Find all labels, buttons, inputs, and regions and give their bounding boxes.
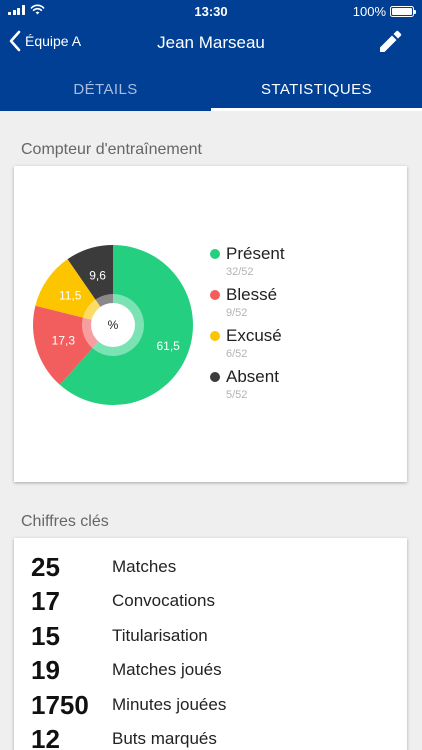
key-figure-value: 19 [31, 655, 60, 686]
training-chart-card: % 61,5 17,3 11,5 9,6 Présent 32/52 Blessé 9/52 E… [14, 166, 407, 482]
legend-dot [210, 290, 220, 300]
key-figure-row: 25 Matches [14, 552, 407, 586]
key-figure-value: 15 [31, 620, 60, 651]
key-figures-card: 25 Matches 17 Convocations 15 Titularisation 1… [14, 538, 407, 750]
legend-count: 32/52 [226, 266, 254, 278]
key-figure-value: 17 [31, 586, 60, 617]
key-figure-label: Minutes jouées [112, 694, 227, 714]
key-figure-value: 1750 [31, 689, 89, 720]
tab-bar: DÉTAILS STATISTIQUES [0, 71, 422, 111]
donut-center-label: % [108, 318, 119, 332]
key-figures-section-title: Chiffres clés [21, 513, 109, 530]
legend-label: Absent [226, 367, 279, 386]
pie-value-label-2: 11,5 [59, 288, 82, 302]
key-figure-label: Convocations [112, 591, 216, 611]
pie-value-label-1: 17,3 [52, 333, 76, 347]
key-figure-row: 1750 Minutes jouées [14, 690, 407, 724]
key-figure-row: 19 Matches joués [14, 655, 407, 689]
key-figure-row: 12 Buts marqués [14, 724, 407, 750]
attendance-donut-chart: % 61,5 17,3 11,5 9,6 [32, 245, 193, 405]
legend-count: 9/52 [226, 307, 248, 319]
legend-dot [210, 372, 220, 382]
legend-count: 5/52 [226, 389, 248, 401]
key-figure-label: Matches [112, 557, 177, 576]
pie-value-label-3: 9,6 [89, 268, 106, 282]
status-bar: 13:30 100% [0, 0, 422, 22]
tab-statistics[interactable]: STATISTIQUES [211, 71, 422, 111]
key-figure-value: 12 [31, 724, 60, 750]
app-header: 13:30 100% Équipe A Jean Marseau DÉTAILS… [0, 0, 422, 111]
legend-label: Blessé [226, 285, 278, 304]
key-figure-row: 15 Titularisation [14, 621, 407, 655]
key-figure-row: 17 Convocations [14, 586, 407, 620]
edit-button[interactable] [376, 28, 404, 56]
legend-dot [210, 249, 220, 259]
legend-label: Présent [226, 244, 285, 263]
legend-dot [210, 331, 220, 341]
pencil-icon [380, 30, 402, 52]
training-section-title: Compteur d'entraînement [21, 141, 202, 158]
pie-value-label-0: 61,5 [156, 339, 180, 353]
battery-percent: 100% [352, 4, 386, 19]
legend-label: Excusé [226, 326, 282, 345]
battery-icon [390, 6, 416, 17]
key-figure-label: Matches joués [112, 660, 222, 680]
key-figure-label: Titularisation [112, 625, 208, 645]
page-title: Jean Marseau [157, 33, 265, 52]
tab-details[interactable]: DÉTAILS [0, 71, 211, 111]
legend-count: 6/52 [226, 348, 248, 360]
key-figure-label: Buts marqués [112, 729, 217, 748]
key-figure-value: 25 [31, 552, 60, 582]
